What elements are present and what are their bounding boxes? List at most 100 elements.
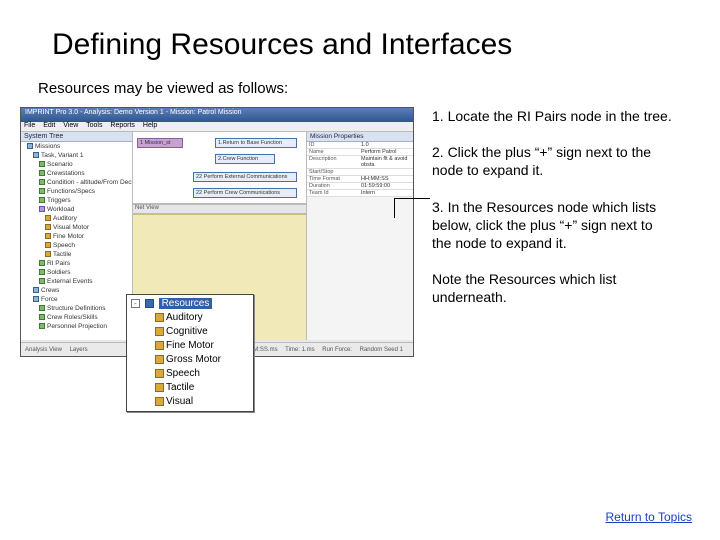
prop-value: 1.0 [359, 142, 413, 148]
tree-item[interactable]: Auditory [53, 215, 77, 222]
tree-item[interactable]: Soldiers [47, 269, 70, 276]
menu-view[interactable]: View [63, 122, 78, 129]
prop-value: Maintain flt & avoid obsta [359, 156, 413, 168]
popup-resources-tree: - Resources Auditory Cognitive Fine Moto… [126, 294, 254, 412]
tree-item[interactable]: Fine Motor [53, 233, 84, 240]
prop-key: Description [307, 156, 359, 168]
leaf-icon [155, 355, 164, 364]
step-2: 2. Click the plus “+” sign next to the n… [432, 143, 672, 179]
tree-item[interactable]: Tactile [53, 251, 71, 258]
pane-system-tree: System Tree Missions Task, Variant 1 Sce… [21, 132, 133, 340]
tree-item[interactable]: Condition - altitude/From Deck to Recove… [47, 179, 133, 186]
leaf-icon [155, 313, 164, 322]
node-icon [39, 278, 45, 284]
menubar: File Edit View Tools Reports Help [21, 122, 413, 132]
tree-item[interactable]: External Events [47, 278, 93, 285]
tree-item[interactable]: Workload [47, 206, 74, 213]
diagram-block[interactable]: 22 Perform Crew Communications [193, 188, 297, 198]
page-subtitle: Resources may be viewed as follows: [0, 72, 720, 103]
step-1: 1. Locate the RI Pairs node in the tree. [432, 107, 672, 125]
popup-item[interactable]: Tactile [166, 382, 194, 393]
leaf-icon [45, 242, 51, 248]
return-to-topics-link[interactable]: Return to Topics [606, 510, 693, 524]
popup-item[interactable]: Visual [166, 396, 193, 407]
leaf-icon [155, 327, 164, 336]
properties-header: Mission Properties [307, 132, 413, 142]
prop-value: HH:MM:SS [359, 176, 413, 182]
popup-item[interactable]: Auditory [166, 312, 203, 323]
tree-item[interactable]: RI Pairs [47, 260, 70, 267]
prop-key: ID [307, 142, 359, 148]
menu-edit[interactable]: Edit [43, 122, 55, 129]
tree-item[interactable]: Speech [53, 242, 75, 249]
prop-key: Team Id [307, 190, 359, 196]
diagram-block[interactable]: 22 Perform External Communications [193, 172, 297, 182]
node-icon [39, 188, 45, 194]
popup-item[interactable]: Cognitive [166, 326, 208, 337]
prop-value [359, 169, 413, 175]
prop-key: Time Format [307, 176, 359, 182]
tree-item[interactable]: Visual Motor [53, 224, 89, 231]
callout-line [394, 198, 430, 199]
leaf-icon [155, 341, 164, 350]
minus-icon[interactable]: - [131, 299, 140, 308]
folder-icon [145, 299, 154, 308]
menu-file[interactable]: File [24, 122, 35, 129]
node-icon [39, 260, 45, 266]
prop-key: Start/Stop [307, 169, 359, 175]
tree-header: System Tree [21, 132, 132, 142]
node-icon [39, 314, 45, 320]
prop-value: 01:59:59:00 [359, 183, 413, 189]
popup-item[interactable]: Fine Motor [166, 340, 214, 351]
diagram-block[interactable]: 2.Crew Function [215, 154, 275, 164]
tree-item[interactable]: Scenario [47, 161, 73, 168]
menu-help[interactable]: Help [143, 122, 157, 129]
node-icon [39, 206, 45, 212]
tree-item[interactable]: Crewstations [47, 170, 85, 177]
status-view: Analysis View [25, 347, 62, 353]
leaf-icon [155, 369, 164, 378]
step-3: 3. In the Resources node which lists bel… [432, 198, 672, 253]
leaf-icon [155, 383, 164, 392]
diagram-block[interactable]: 1.Return to Base Function [215, 138, 297, 148]
prop-value: Intern [359, 190, 413, 196]
tree-item[interactable]: Functions/Specs [47, 188, 95, 195]
status-layers: Layers [70, 347, 88, 353]
node-icon [39, 323, 45, 329]
tree-item[interactable]: Crew Roles/Skills [47, 314, 98, 321]
popup-item[interactable]: Gross Motor [166, 354, 221, 365]
panel-divider: Net View [133, 204, 306, 214]
tree-item[interactable]: Personnel Projection [47, 323, 107, 330]
node-icon [39, 179, 45, 185]
popup-root-label[interactable]: Resources [159, 298, 213, 309]
tree-item[interactable]: Triggers [47, 197, 71, 204]
instructions-panel: 1. Locate the RI Pairs node in the tree.… [414, 107, 672, 357]
status-time: Time: 1.ms [285, 347, 314, 353]
tree-item[interactable]: Structure Definitions [47, 305, 106, 312]
node-icon [39, 269, 45, 275]
tree-item[interactable]: Missions [35, 143, 60, 150]
leaf-icon [155, 397, 164, 406]
folder-icon [33, 296, 39, 302]
node-icon [39, 170, 45, 176]
folder-icon [33, 152, 39, 158]
node-icon [39, 161, 45, 167]
tree-item[interactable]: Crews [41, 287, 59, 294]
status-seed: Random Seed 1 [360, 347, 403, 353]
menu-reports[interactable]: Reports [110, 122, 135, 129]
prop-key: Name [307, 149, 359, 155]
popup-item[interactable]: Speech [166, 368, 200, 379]
leaf-icon [45, 251, 51, 257]
folder-icon [33, 287, 39, 293]
tree-item[interactable]: Task, Variant 1 [41, 152, 84, 159]
tree-item[interactable]: Force [41, 296, 58, 303]
callout-line [394, 198, 395, 218]
pane-properties: Mission Properties ID1.0 NamePerform Pat… [307, 132, 413, 340]
leaf-icon [45, 215, 51, 221]
folder-icon [27, 143, 33, 149]
node-icon [39, 305, 45, 311]
page-title: Defining Resources and Interfaces [0, 0, 720, 72]
menu-tools[interactable]: Tools [86, 122, 102, 129]
step-note: Note the Resources which list underneath… [432, 270, 672, 306]
diagram-block[interactable]: 1 Mission_st [137, 138, 183, 148]
